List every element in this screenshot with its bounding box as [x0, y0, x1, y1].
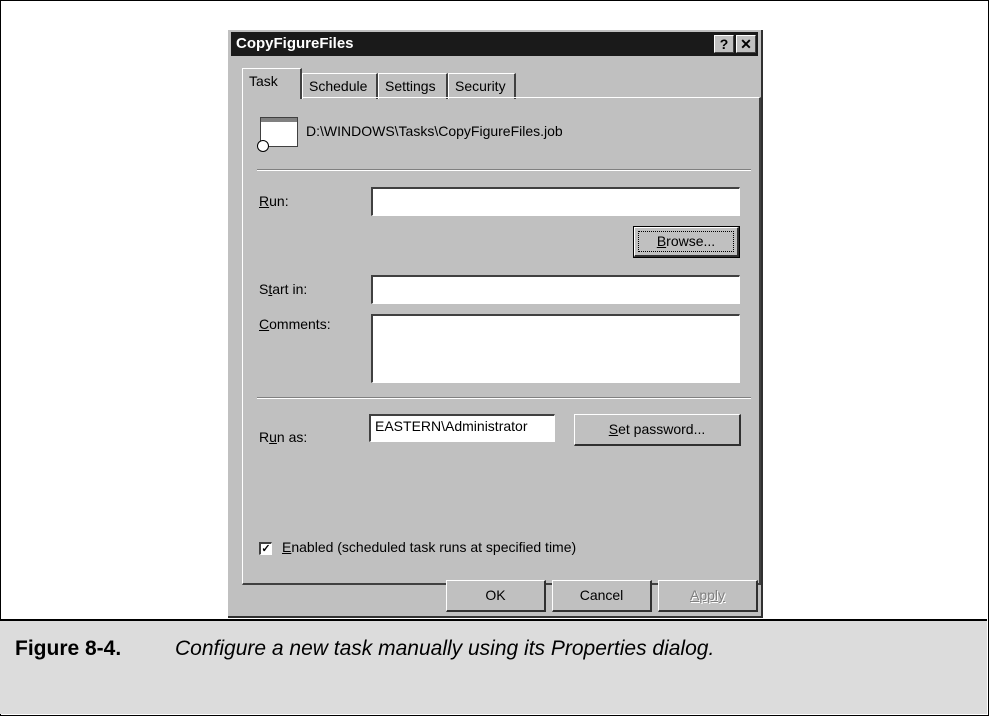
- run-as-label: Run as:: [259, 429, 308, 445]
- separator: [257, 397, 751, 399]
- task-properties-dialog: CopyFigureFiles ? ✕ Task Schedule Settin…: [228, 30, 763, 618]
- separator: [257, 169, 751, 171]
- icon-title-bar: [261, 118, 297, 122]
- focus-rect: [638, 231, 734, 252]
- tab-settings[interactable]: Settings: [378, 73, 448, 99]
- run-input[interactable]: [371, 187, 740, 216]
- caption-text: Configure a new task manually using its …: [175, 637, 715, 660]
- ok-button[interactable]: OK: [446, 580, 546, 612]
- close-button[interactable]: ✕: [736, 35, 756, 53]
- cancel-button[interactable]: Cancel: [552, 580, 652, 612]
- clock-icon: [257, 140, 269, 152]
- comments-label: Comments:: [259, 316, 331, 332]
- task-tab-panel: D:\WINDOWS\Tasks\CopyFigureFiles.job Run…: [242, 97, 761, 585]
- apply-button[interactable]: Apply: [658, 580, 758, 612]
- figure-caption: Figure 8-4. Configure a new task manually…: [15, 637, 714, 661]
- start-in-label: Start in:: [259, 281, 308, 297]
- browse-button[interactable]: Browse...: [633, 226, 740, 258]
- caption-area: Figure 8-4. Configure a new task manually…: [0, 621, 987, 714]
- dialog-title: CopyFigureFiles: [236, 35, 354, 52]
- title-bar[interactable]: CopyFigureFiles ? ✕: [231, 32, 758, 56]
- tab-schedule[interactable]: Schedule: [302, 73, 378, 99]
- enabled-label[interactable]: Enabled (scheduled task runs at specifie…: [282, 539, 576, 555]
- figure-number: Figure 8-4.: [15, 637, 122, 660]
- tab-task[interactable]: Task: [242, 68, 302, 99]
- job-path: D:\WINDOWS\Tasks\CopyFigureFiles.job: [306, 123, 563, 139]
- start-in-input[interactable]: [371, 275, 740, 304]
- run-label: Run:: [259, 193, 289, 209]
- run-as-input[interactable]: EASTERN\Administrator: [369, 414, 555, 442]
- scheduled-task-icon: [257, 117, 298, 152]
- set-password-button[interactable]: Set password...: [574, 414, 741, 446]
- tab-security[interactable]: Security: [448, 73, 516, 99]
- enabled-checkbox[interactable]: ✓: [259, 542, 272, 555]
- comments-input[interactable]: [371, 314, 740, 383]
- help-button[interactable]: ?: [714, 35, 734, 53]
